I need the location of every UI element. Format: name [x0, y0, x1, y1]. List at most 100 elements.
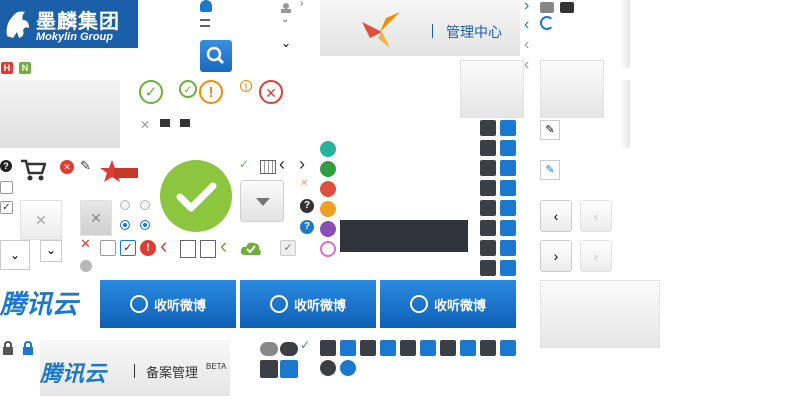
- help-dark-icon[interactable]: ?: [300, 199, 314, 213]
- chevron-left-red-icon[interactable]: ‹: [160, 233, 167, 259]
- copy-icon-2[interactable]: [200, 240, 216, 258]
- chevron-left-gray-icon[interactable]: ‹: [524, 36, 529, 54]
- tile-image-blue[interactable]: [280, 360, 298, 378]
- menu-icon[interactable]: [200, 19, 210, 27]
- lock-blue-icon[interactable]: [22, 340, 34, 355]
- select-dropdown-1[interactable]: ⌄: [0, 240, 30, 270]
- help-blue-icon[interactable]: ?: [300, 220, 314, 234]
- checkbox-checked-gray[interactable]: ✓: [280, 240, 296, 256]
- tile-globe-dark[interactable]: [320, 360, 336, 376]
- search-button[interactable]: [200, 40, 232, 72]
- chevron-down-small-icon[interactable]: ⌄: [281, 14, 289, 25]
- tile-person-blue[interactable]: [420, 340, 436, 356]
- edit-note-icon[interactable]: ✎: [80, 158, 91, 174]
- tile-box-blue[interactable]: [500, 340, 516, 356]
- next-button[interactable]: ›: [540, 240, 572, 272]
- record-management-title: 备案管理: [146, 366, 199, 381]
- close-red-icon[interactable]: ✕: [60, 160, 74, 174]
- tile-person-dark[interactable]: [400, 340, 416, 356]
- chevron-right-blue-icon[interactable]: ›: [524, 0, 529, 15]
- weibo-listen-button-3[interactable]: 收听微博: [380, 280, 516, 328]
- user-icon[interactable]: [281, 0, 291, 13]
- tile-device-dark[interactable]: [480, 240, 496, 256]
- tile-at-blue[interactable]: [460, 340, 476, 356]
- tile-chip-dark[interactable]: [480, 200, 496, 216]
- tile-tree-dark[interactable]: [480, 160, 496, 176]
- tile-at-dark[interactable]: [440, 340, 456, 356]
- tile-disk-dark[interactable]: [480, 180, 496, 196]
- tile-disk-blue[interactable]: [500, 180, 516, 196]
- edge-strip-1: [620, 0, 630, 68]
- radio-on-2[interactable]: [140, 220, 150, 230]
- checkbox-empty[interactable]: [0, 181, 13, 194]
- help-icon[interactable]: ?: [0, 160, 12, 172]
- header-divider: [432, 24, 433, 38]
- check-green-small-icon: ✓: [239, 157, 250, 171]
- gray-close-icon[interactable]: ✕: [140, 118, 150, 132]
- check-green-tiny-icon: ✓: [300, 338, 311, 352]
- edge-strip-2: [620, 80, 630, 148]
- tile-layers-blue[interactable]: [500, 220, 516, 236]
- radio-off-1[interactable]: [120, 200, 130, 210]
- big-success-icon: [160, 160, 232, 232]
- close-orange-small-icon[interactable]: ✕: [300, 178, 308, 189]
- tile-panel-dark[interactable]: [480, 120, 496, 136]
- chevron-left-green-icon[interactable]: ‹: [220, 233, 227, 259]
- tile-image-dark[interactable]: [260, 360, 278, 378]
- dropdown-button[interactable]: [240, 180, 284, 222]
- tile-tree-blue[interactable]: [500, 160, 516, 176]
- chevron-left-blue-icon[interactable]: ‹: [524, 16, 529, 34]
- record-divider: [134, 364, 135, 378]
- tile-cloud-dark[interactable]: [480, 260, 496, 276]
- edit-button[interactable]: ✎: [540, 120, 560, 140]
- radio-on-1[interactable]: [120, 220, 130, 230]
- toolbox-gray-icon: [540, 2, 554, 13]
- gradient-box-2: [540, 60, 604, 118]
- tile-chip-blue[interactable]: [500, 200, 516, 216]
- chevron-left-dark-icon[interactable]: ‹: [279, 154, 285, 175]
- calendar-icon[interactable]: [260, 160, 276, 174]
- edit-blue-button[interactable]: ✎: [540, 160, 560, 180]
- tile-stack-blue[interactable]: [340, 340, 356, 356]
- tile-app-dark[interactable]: [360, 340, 376, 356]
- tencent-cloud-logo: 腾讯云: [0, 290, 79, 320]
- chevron-down-icon[interactable]: ⌄: [281, 36, 291, 50]
- close-red-small-icon[interactable]: ✕: [80, 236, 91, 252]
- tile-cloud-upload-dark[interactable]: [480, 140, 496, 156]
- chevron-right-small-icon[interactable]: ›: [300, 0, 303, 9]
- radio-disabled[interactable]: [80, 260, 92, 272]
- checkbox-checked[interactable]: ✓: [0, 201, 13, 214]
- prev-button[interactable]: ‹: [540, 200, 572, 232]
- tile-cloud-blue[interactable]: [500, 260, 516, 276]
- checkbox-empty-2[interactable]: [100, 240, 116, 256]
- chevron-right-dark-icon[interactable]: ›: [299, 154, 305, 175]
- admin-center-title: 管理中心: [446, 25, 502, 41]
- checkbox-checked-blue[interactable]: ✓: [120, 240, 136, 256]
- refresh-icon[interactable]: [540, 16, 554, 30]
- tile-box-dark[interactable]: [480, 340, 496, 356]
- tile-panel-blue[interactable]: [500, 120, 516, 136]
- admin-center-header: 管理中心: [320, 0, 520, 56]
- tile-device-blue[interactable]: [500, 240, 516, 256]
- tile-stack-dark[interactable]: [320, 340, 336, 356]
- bell-icon[interactable]: [200, 0, 212, 12]
- chevron-left-gray-icon-2[interactable]: ‹: [524, 56, 529, 74]
- weibo-listen-button-1[interactable]: 收听微博: [100, 280, 236, 328]
- weibo-listen-button-2[interactable]: 收听微博: [240, 280, 376, 328]
- radio-off-2[interactable]: [140, 200, 150, 210]
- close-tile-1[interactable]: ✕: [20, 200, 62, 240]
- tile-layers-dark[interactable]: [480, 220, 496, 236]
- tile-globe-blue[interactable]: [340, 360, 356, 376]
- prev-button-disabled[interactable]: ‹: [580, 200, 612, 232]
- lock-gray-icon[interactable]: [2, 340, 14, 355]
- tile-app-blue[interactable]: [380, 340, 396, 356]
- gradient-box-1: [460, 60, 524, 118]
- tile-cloud-upload-blue[interactable]: [500, 140, 516, 156]
- select-dropdown-2[interactable]: ⌄: [40, 240, 62, 262]
- next-button-disabled[interactable]: ›: [580, 240, 612, 272]
- copy-icon-1[interactable]: [180, 240, 196, 258]
- close-tile-2[interactable]: ✕: [80, 200, 112, 236]
- warning-small-icon: !: [240, 80, 252, 92]
- tencent-cloud-small-logo: 腾讯云: [40, 362, 107, 387]
- cart-icon[interactable]: [20, 158, 47, 182]
